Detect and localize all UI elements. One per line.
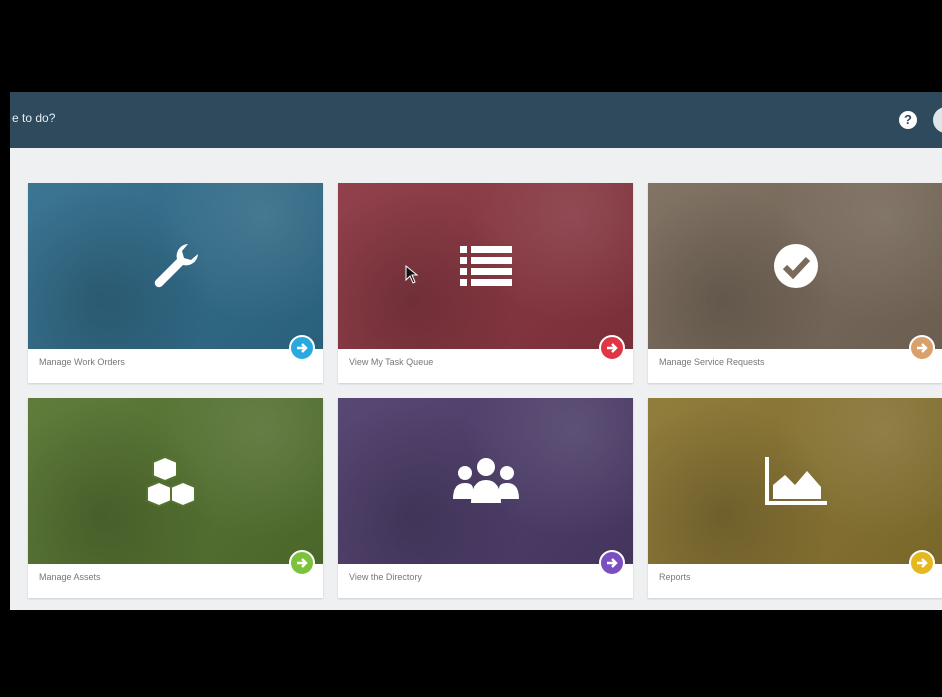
- arrow-right-icon[interactable]: [289, 335, 315, 361]
- card-label: Manage Assets: [39, 572, 101, 582]
- card-image: [28, 398, 323, 564]
- arrow-right-icon[interactable]: [599, 335, 625, 361]
- card-image: [338, 183, 633, 349]
- arrow-right-icon[interactable]: [599, 550, 625, 576]
- card-view-task-queue[interactable]: View My Task Queue: [338, 183, 633, 383]
- arrow-right-icon[interactable]: [909, 335, 935, 361]
- card-label: View My Task Queue: [349, 357, 434, 367]
- card-manage-service-requests[interactable]: Manage Service Requests: [648, 183, 942, 383]
- card-label: Manage Service Requests: [659, 357, 765, 367]
- card-image: [338, 398, 633, 564]
- card-manage-assets[interactable]: Manage Assets: [28, 398, 323, 598]
- list-icon: [459, 246, 512, 286]
- card-image: [28, 183, 323, 349]
- area-chart-icon: [764, 457, 827, 505]
- cubes-icon: [145, 455, 196, 508]
- card-label: Manage Work Orders: [39, 357, 125, 367]
- card-image: [648, 398, 942, 564]
- card-view-directory[interactable]: View the Directory: [338, 398, 633, 598]
- card-manage-work-orders[interactable]: Manage Work Orders: [28, 183, 323, 383]
- arrow-right-icon[interactable]: [909, 550, 935, 576]
- top-bar: e to do? ?: [10, 92, 942, 148]
- mouse-cursor-icon: [405, 265, 419, 284]
- arrow-right-icon[interactable]: [289, 550, 315, 576]
- wrench-icon: [154, 244, 198, 288]
- app-screen: e to do? ? Manage Work Orders View My Ta…: [10, 92, 942, 610]
- card-label: View the Directory: [349, 572, 422, 582]
- card-reports[interactable]: Reports: [648, 398, 942, 598]
- help-icon[interactable]: ?: [899, 111, 917, 129]
- card-label: Reports: [659, 572, 691, 582]
- page-prompt: e to do?: [12, 111, 56, 125]
- card-image: [648, 183, 942, 349]
- check-circle-icon: [773, 244, 818, 288]
- avatar[interactable]: [933, 107, 942, 133]
- users-icon: [452, 458, 519, 503]
